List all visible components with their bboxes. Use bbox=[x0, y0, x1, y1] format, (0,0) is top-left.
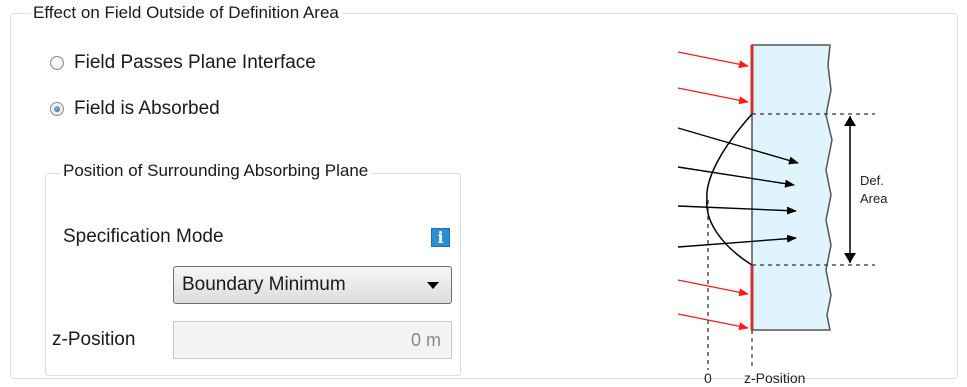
z-position-axis-label: z-Position bbox=[744, 370, 805, 385]
radio-button-unchecked[interactable] bbox=[50, 56, 64, 70]
specification-mode-dropdown[interactable]: Boundary Minimum bbox=[173, 266, 452, 304]
red-arrow bbox=[677, 87, 749, 105]
radio-field-absorbed[interactable]: Field is Absorbed bbox=[50, 98, 220, 120]
def-area-label-line1: Def. bbox=[860, 173, 884, 188]
dropdown-selected-value: Boundary Minimum bbox=[182, 274, 346, 295]
z-position-input[interactable]: 0 m bbox=[173, 321, 452, 359]
absorbing-plane-title: Position of Surrounding Absorbing Plane bbox=[60, 161, 372, 181]
red-arrow bbox=[677, 51, 749, 69]
z-position-value: 0 m bbox=[410, 329, 441, 350]
radio-button-checked[interactable] bbox=[50, 102, 64, 116]
effect-groupbox-title: Effect on Field Outside of Definition Ar… bbox=[30, 3, 342, 23]
radio-label-field-absorbed: Field is Absorbed bbox=[74, 98, 220, 119]
definition-region bbox=[751, 44, 833, 331]
chevron-down-icon[interactable] bbox=[427, 281, 439, 289]
def-area-label-line2: Area bbox=[860, 191, 888, 206]
specification-mode-label: Specification Mode bbox=[63, 226, 224, 247]
radio-label-field-passes: Field Passes Plane Interface bbox=[74, 52, 316, 73]
absorbing-plane-diagram: Def. Area 0 z-Position bbox=[677, 44, 888, 385]
info-icon[interactable]: i bbox=[431, 228, 450, 247]
radio-field-passes[interactable]: Field Passes Plane Interface bbox=[50, 52, 316, 74]
z-position-label: z-Position bbox=[52, 329, 136, 350]
red-arrow bbox=[677, 313, 749, 331]
red-arrow bbox=[677, 279, 749, 297]
zero-label: 0 bbox=[704, 370, 712, 385]
